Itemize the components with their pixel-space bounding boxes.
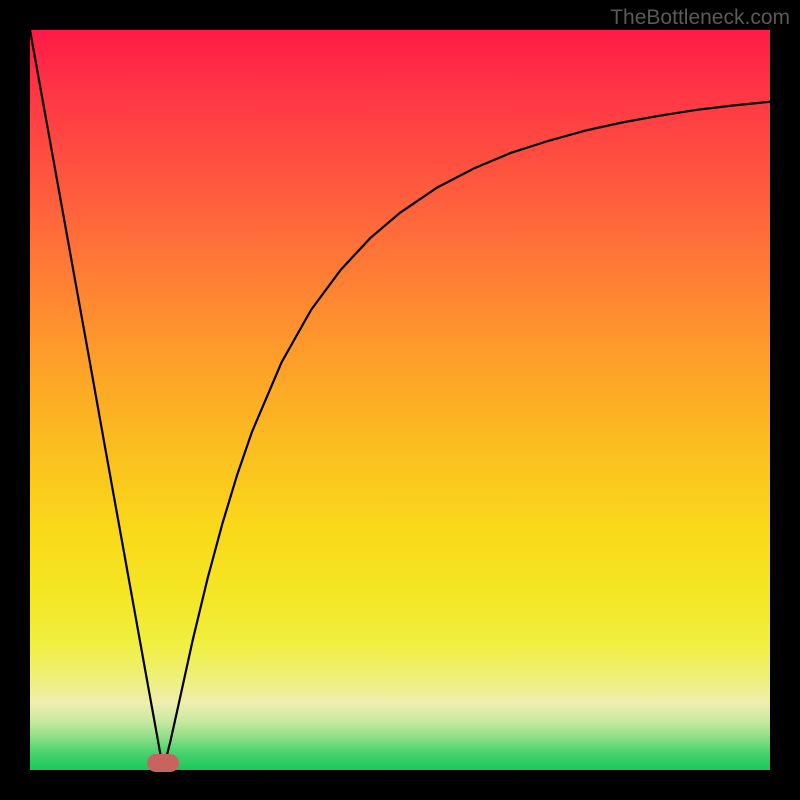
watermark-text: TheBottleneck.com	[610, 6, 790, 30]
min-marker	[147, 754, 180, 772]
curve-layer	[30, 30, 770, 770]
plot-area	[30, 30, 770, 770]
curve-path	[30, 30, 770, 770]
chart-frame: TheBottleneck.com	[0, 0, 800, 800]
